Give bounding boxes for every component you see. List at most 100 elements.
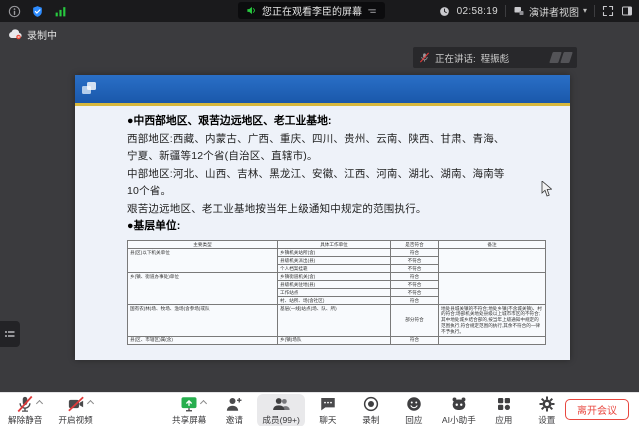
toolbar-unmute-button[interactable]: 解除静音 <box>8 395 42 426</box>
view-mode-label: 演讲者视图 <box>529 4 579 19</box>
speaking-banner: 正在讲话: 程振彪 <box>413 47 577 68</box>
toolbar-ai-assistant-button[interactable]: AI小助手 <box>442 395 476 426</box>
leave-meeting-button[interactable]: 离开会议 <box>565 399 629 420</box>
apps-icon <box>495 395 513 413</box>
invite-icon <box>225 395 243 413</box>
toolbar-record-label: 录制 <box>362 414 379 426</box>
table-cell <box>439 336 546 344</box>
slide-text-line: 10个省。 <box>127 183 552 201</box>
table-cell <box>439 273 546 305</box>
gear-icon <box>538 395 556 413</box>
toolbar-share-screen-button[interactable]: 共享屏幕 <box>172 395 206 426</box>
table-cell: 不符合 <box>391 265 439 273</box>
participant-list-toggle[interactable] <box>0 321 20 347</box>
side-panel-icon[interactable] <box>621 5 633 17</box>
table-cell: 县(区、市辖区)属(含) <box>128 336 278 344</box>
video-muted-icon <box>67 395 85 413</box>
table-cell: 符合 <box>391 273 439 281</box>
top-bar: 您正在观看李臣的屏幕 02:58:19 演讲者视图 ▾ <box>0 0 639 22</box>
table-cell: 村、站所、场(含社区) <box>278 297 391 305</box>
table-cell: 工作站点 <box>278 289 391 297</box>
table-cell: 符合 <box>391 249 439 257</box>
table-cell: 符合 <box>391 336 439 344</box>
speaking-name: 程振彪 <box>481 51 510 65</box>
toolbar-apps-label: 应用 <box>495 414 512 426</box>
chevron-up-icon[interactable] <box>87 400 94 407</box>
toolbar-apps-button[interactable]: 应用 <box>489 395 519 426</box>
divider <box>505 5 506 17</box>
table-cell <box>439 249 546 273</box>
chevron-up-icon[interactable] <box>200 400 207 407</box>
meeting-window: 您正在观看李臣的屏幕 02:58:19 演讲者视图 ▾ <box>0 0 639 426</box>
table-cell: 基层(一线)站点(场、队、所) <box>278 305 391 337</box>
toolbar-record-button[interactable]: 录制 <box>356 395 386 426</box>
toolbar-invite-button[interactable]: 邀请 <box>219 395 249 426</box>
table-cell: 乡镇机关站所(含) <box>278 249 391 257</box>
table-cell: 个人档案挂靠 <box>278 265 391 273</box>
table-cell: 县级机关驻地(县) <box>278 281 391 289</box>
slide-logo-icon <box>81 81 97 101</box>
slide-text-line: 中部地区:河北、山西、吉林、黑龙江、安徽、江西、河南、湖北、湖南、海南等 <box>127 166 552 184</box>
toolbar-chat-button[interactable]: 聊天 <box>313 395 343 426</box>
slide-heading-grassroots: ●基层单位: <box>127 218 552 236</box>
banner-menu-icon[interactable] <box>367 6 377 16</box>
table-cell: 不符合 <box>391 281 439 289</box>
table-cell: 县(区)以下机关单位 <box>128 249 278 273</box>
table-row: 县(区、市辖区)属(含)乡(镇)场队符合 <box>128 336 546 344</box>
slide-text-block: ●中西部地区、艰苦边远地区、老工业基地: 西部地区:西藏、内蒙古、广西、重庆、四… <box>127 113 552 236</box>
list-icon <box>4 328 16 340</box>
view-mode-button[interactable]: 演讲者视图 ▾ <box>513 4 587 19</box>
members-icon <box>272 395 290 413</box>
slide-text-line: 艰苦边远地区、老工业基地按当年上级通知中规定的范围执行。 <box>127 201 552 219</box>
table-row: 县(区)以下机关单位乡镇机关站所(含)符合 <box>128 249 546 257</box>
mic-muted-icon <box>419 52 430 63</box>
chat-icon <box>319 395 337 413</box>
speaker-audio-icon[interactable] <box>246 5 257 16</box>
toolbar-share-screen-label: 共享屏幕 <box>172 414 206 426</box>
table-header-cell: 具体工作单位 <box>278 241 391 249</box>
table-cell: 乡(镇、街道办事处)单位 <box>128 273 278 305</box>
table-cell: 部分符合 <box>391 305 439 337</box>
recording-indicator: 录制中 <box>8 27 57 42</box>
toolbar-settings-label: 设置 <box>538 414 555 426</box>
table-cell: 国有农(林)场、牧场、渔场(含参场)或队 <box>128 305 278 337</box>
watching-banner-text: 您正在观看李臣的屏幕 <box>262 3 362 18</box>
toolbar-participants-button[interactable]: 成员(99+) <box>257 394 305 426</box>
layout-view-icon <box>513 5 525 17</box>
toolbar-reactions-button[interactable]: 回应 <box>399 395 429 426</box>
ai-icon <box>450 395 468 413</box>
grassroots-units-table: 主要类型具体工作单位是否符合备注县(区)以下机关单位乡镇机关站所(含)符合县级机… <box>127 240 546 345</box>
slide-text-line: 西部地区:西藏、内蒙古、广西、重庆、四川、贵州、云南、陕西、甘肃、青海、 <box>127 131 552 149</box>
record-icon <box>362 395 380 413</box>
toolbar-invite-label: 邀请 <box>226 414 243 426</box>
slide-heading-regions: ●中西部地区、艰苦边远地区、老工业基地: <box>127 113 552 131</box>
table-cell: 符合 <box>391 297 439 305</box>
toolbar-participants-label: 成员(99+) <box>262 414 300 426</box>
table-header-row: 主要类型具体工作单位是否符合备注 <box>128 241 546 249</box>
reaction-icon <box>405 395 423 413</box>
chevron-up-icon[interactable] <box>36 400 43 407</box>
slide-accent-line <box>75 103 570 106</box>
slide-text-line: 宁夏、新疆等12个省(自治区、直辖市)。 <box>127 148 552 166</box>
share-screen-icon <box>180 395 198 413</box>
toolbar-reactions-label: 回应 <box>405 414 422 426</box>
toolbar-chat-label: 聊天 <box>319 414 336 426</box>
cloud-recording-icon <box>8 29 22 40</box>
encryption-shield-icon[interactable] <box>31 5 44 18</box>
table-cell: 县级机关派出(县) <box>278 257 391 265</box>
fullscreen-icon[interactable] <box>602 5 614 17</box>
meeting-info-icon[interactable] <box>8 5 21 18</box>
clock-icon <box>439 6 450 17</box>
divider <box>594 5 595 17</box>
table-cell: 地处县城关镇的不符合;地处乡镇(不含城关镇)、村的符合;场部机关地处县级以上城市… <box>439 305 546 337</box>
table-header-cell: 备注 <box>439 241 546 249</box>
toolbar-start-video-button[interactable]: 开启视频 <box>58 395 92 426</box>
shared-screen-slide: ●中西部地区、艰苦边远地区、老工业基地: 西部地区:西藏、内蒙古、广西、重庆、四… <box>75 75 570 360</box>
slide-table-wrap: 主要类型具体工作单位是否符合备注县(区)以下机关单位乡镇机关站所(含)符合县级机… <box>127 240 545 345</box>
network-signal-icon <box>54 5 67 18</box>
bottom-toolbar: 解除静音开启视频 共享屏幕 邀请 成员(99+) 聊天 录制 回应 AI小助手应用 设置 离开… <box>0 392 639 426</box>
toolbar-settings-button[interactable]: 设置 <box>532 395 562 426</box>
table-header-cell: 主要类型 <box>128 241 278 249</box>
table-cell: 乡镇街道机关(含) <box>278 273 391 281</box>
mic-muted-icon <box>16 395 34 413</box>
